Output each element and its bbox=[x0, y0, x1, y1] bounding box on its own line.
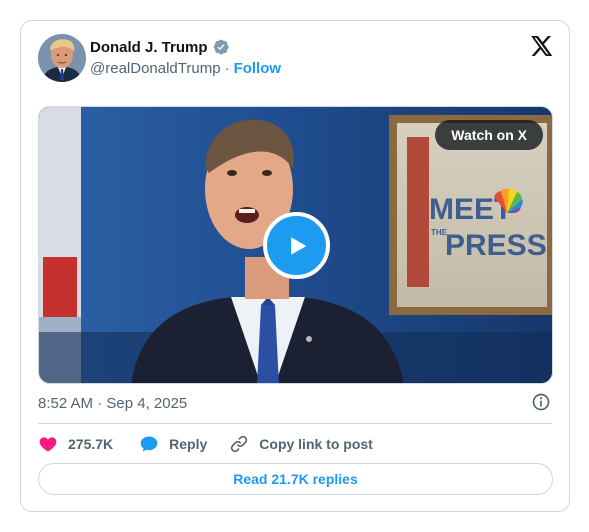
watch-on-x-button[interactable]: Watch on X bbox=[435, 120, 543, 150]
author-name[interactable]: Donald J. Trump bbox=[90, 39, 208, 56]
video-thumbnail[interactable]: MEET THE PRESS Watch on X bbox=[38, 106, 553, 384]
avatar-image bbox=[38, 34, 86, 82]
embedded-post-card: Donald J. Trump @realDonaldTrump · Follo… bbox=[20, 20, 570, 512]
read-replies-button[interactable]: Read 21.7K replies bbox=[38, 463, 553, 495]
read-replies-label: Read 21.7K replies bbox=[233, 471, 358, 487]
author-handle[interactable]: @realDonaldTrump bbox=[90, 60, 221, 77]
info-icon[interactable] bbox=[531, 392, 551, 412]
heart-icon bbox=[39, 437, 57, 452]
x-logo-icon[interactable] bbox=[529, 34, 553, 58]
play-icon bbox=[290, 236, 306, 255]
play-button[interactable] bbox=[263, 212, 330, 279]
link-icon bbox=[231, 435, 248, 453]
divider bbox=[38, 423, 552, 424]
backdrop-text-press: PRESS bbox=[445, 229, 547, 262]
likes-count: 275.7K bbox=[68, 436, 114, 452]
speech-bubble-icon bbox=[140, 436, 158, 452]
copy-link-button[interactable]: Copy link to post bbox=[229, 434, 373, 454]
reply-label: Reply bbox=[169, 436, 208, 452]
handle-separator: · bbox=[224, 60, 230, 77]
watch-on-x-label: Watch on X bbox=[451, 127, 527, 143]
follow-button[interactable]: Follow bbox=[234, 60, 282, 77]
reply-button[interactable]: Reply bbox=[139, 434, 207, 454]
like-button[interactable]: 275.7K bbox=[38, 434, 113, 454]
handle-row: @realDonaldTrump · Follow bbox=[90, 60, 281, 77]
copy-link-label: Copy link to post bbox=[259, 436, 373, 452]
post-actions: 275.7K Reply Copy link to post bbox=[38, 433, 373, 455]
post-timestamp[interactable]: 8:52 AM · Sep 4, 2025 bbox=[38, 395, 187, 412]
verified-badge-icon bbox=[213, 39, 229, 55]
avatar[interactable] bbox=[38, 34, 86, 82]
author-name-row: Donald J. Trump bbox=[90, 38, 230, 56]
